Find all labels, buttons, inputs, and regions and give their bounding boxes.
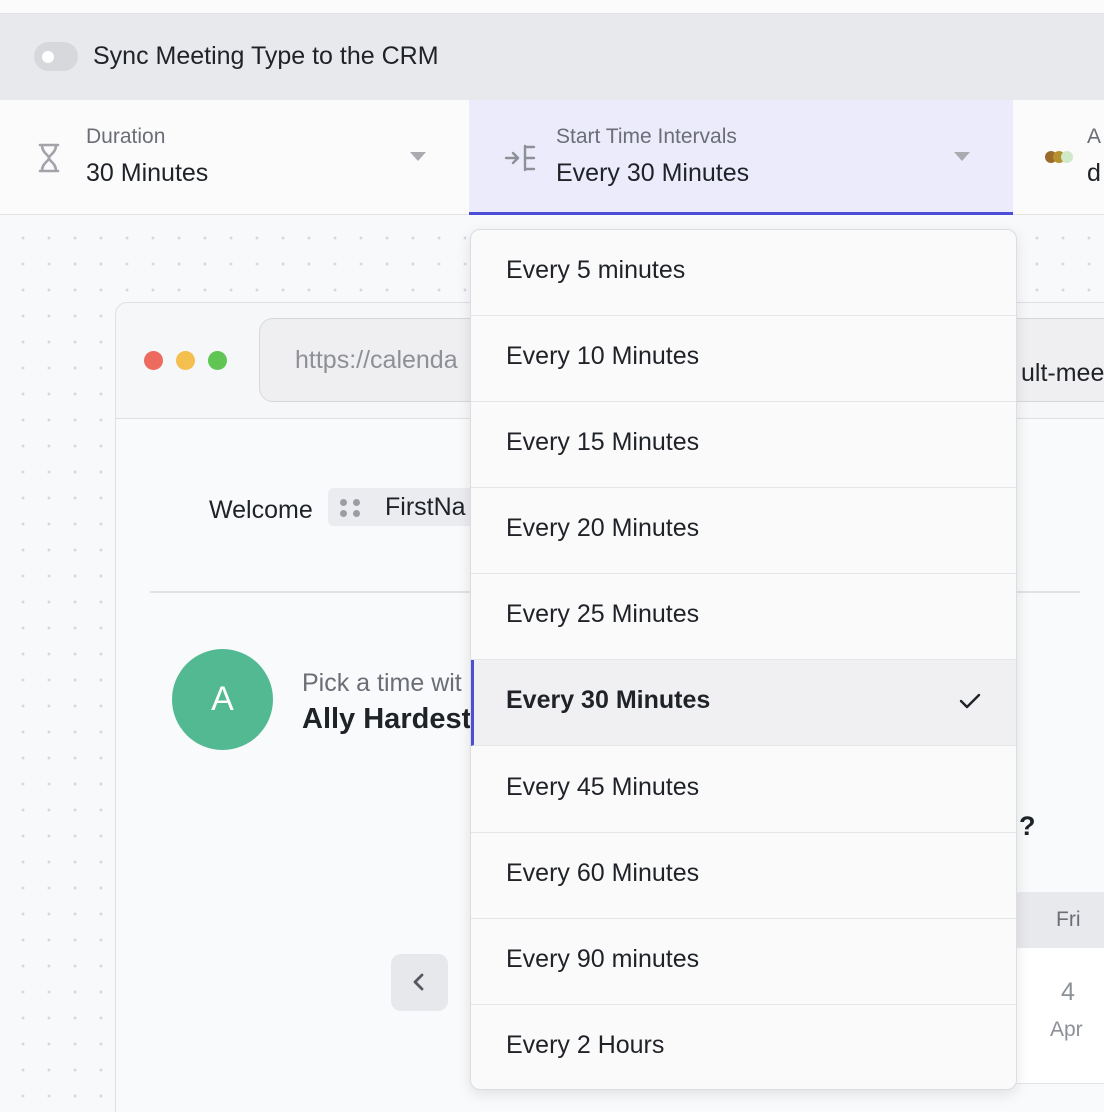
window-minimize-dot — [176, 351, 195, 370]
meeting-settings-row: Duration 30 Minutes Start Time Intervals… — [0, 100, 1104, 215]
sync-label: Sync Meeting Type to the CRM — [93, 42, 439, 70]
sync-toggle[interactable] — [34, 42, 78, 71]
drag-handle-icon — [340, 499, 360, 517]
option-label: Every 10 Minutes — [506, 342, 700, 370]
welcome-text: Welcome — [209, 496, 313, 524]
duration-select[interactable]: Duration 30 Minutes — [0, 100, 468, 215]
duration-value: 30 Minutes — [86, 159, 209, 187]
option-label: Every 30 Minutes — [506, 686, 711, 714]
interval-dropdown-menu: Every 5 minutes Every 10 Minutes Every 1… — [470, 229, 1017, 1090]
dropdown-option[interactable]: Every 5 minutes — [471, 230, 1016, 316]
dropdown-option-selected[interactable]: Every 30 Minutes — [471, 660, 1016, 746]
url-text: https://calenda — [295, 346, 458, 374]
previous-week-button[interactable] — [391, 954, 448, 1011]
chevron-left-icon — [413, 973, 424, 991]
month-label: Apr — [1050, 1018, 1083, 1041]
option-label: Every 25 Minutes — [506, 600, 700, 628]
dropdown-option[interactable]: Every 2 Hours — [471, 1005, 1016, 1089]
option-label: Every 90 minutes — [506, 945, 700, 973]
sync-bar: Sync Meeting Type to the CRM — [0, 14, 1104, 100]
checkmark-icon — [959, 693, 981, 709]
window-close-dot — [144, 351, 163, 370]
top-strip — [0, 0, 1104, 14]
hourglass-icon — [38, 143, 60, 173]
interval-label: Start Time Intervals — [556, 125, 737, 148]
toggle-knob — [42, 51, 54, 63]
third-setting-label: A — [1087, 125, 1102, 148]
option-label: Every 2 Hours — [506, 1031, 665, 1059]
avatar: A — [172, 649, 273, 750]
dropdown-option[interactable]: Every 10 Minutes — [471, 316, 1016, 402]
dropdown-option[interactable]: Every 15 Minutes — [471, 402, 1016, 488]
dropdown-option[interactable]: Every 60 Minutes — [471, 833, 1016, 919]
window-maximize-dot — [208, 351, 227, 370]
pick-time-text: Pick a time wit — [302, 669, 462, 697]
url-text-tail: ult-meet — [1021, 359, 1104, 387]
option-label: Every 45 Minutes — [506, 773, 700, 801]
question-text: ? — [1019, 811, 1036, 841]
option-label: Every 15 Minutes — [506, 428, 700, 456]
day-number: 4 — [1061, 978, 1075, 1006]
duration-label: Duration — [86, 125, 166, 148]
color-dots-icon — [1045, 151, 1073, 163]
weekday-label: Fri — [1056, 908, 1081, 931]
dropdown-option[interactable]: Every 25 Minutes — [471, 574, 1016, 660]
interval-arrow-icon — [504, 144, 536, 172]
option-label: Every 5 minutes — [506, 256, 686, 284]
dropdown-option[interactable]: Every 45 Minutes — [471, 747, 1016, 833]
third-setting-value: d — [1087, 159, 1101, 187]
chevron-down-icon — [954, 152, 970, 161]
option-label: Every 20 Minutes — [506, 514, 700, 542]
option-label: Every 60 Minutes — [506, 859, 700, 887]
host-name: Ally Hardest — [302, 703, 472, 735]
interval-value: Every 30 Minutes — [556, 159, 750, 187]
calendar-day-cell[interactable]: 4 Apr — [1016, 948, 1104, 1084]
third-setting-select[interactable]: A d — [1013, 100, 1104, 215]
chevron-down-icon — [410, 152, 426, 161]
start-time-intervals-select[interactable]: Start Time Intervals Every 30 Minutes — [469, 100, 1013, 215]
calendar-day-header: Fri — [1016, 892, 1104, 948]
dropdown-option[interactable]: Every 90 minutes — [471, 919, 1016, 1005]
token-text: FirstNa — [385, 493, 466, 521]
dropdown-option[interactable]: Every 20 Minutes — [471, 488, 1016, 574]
